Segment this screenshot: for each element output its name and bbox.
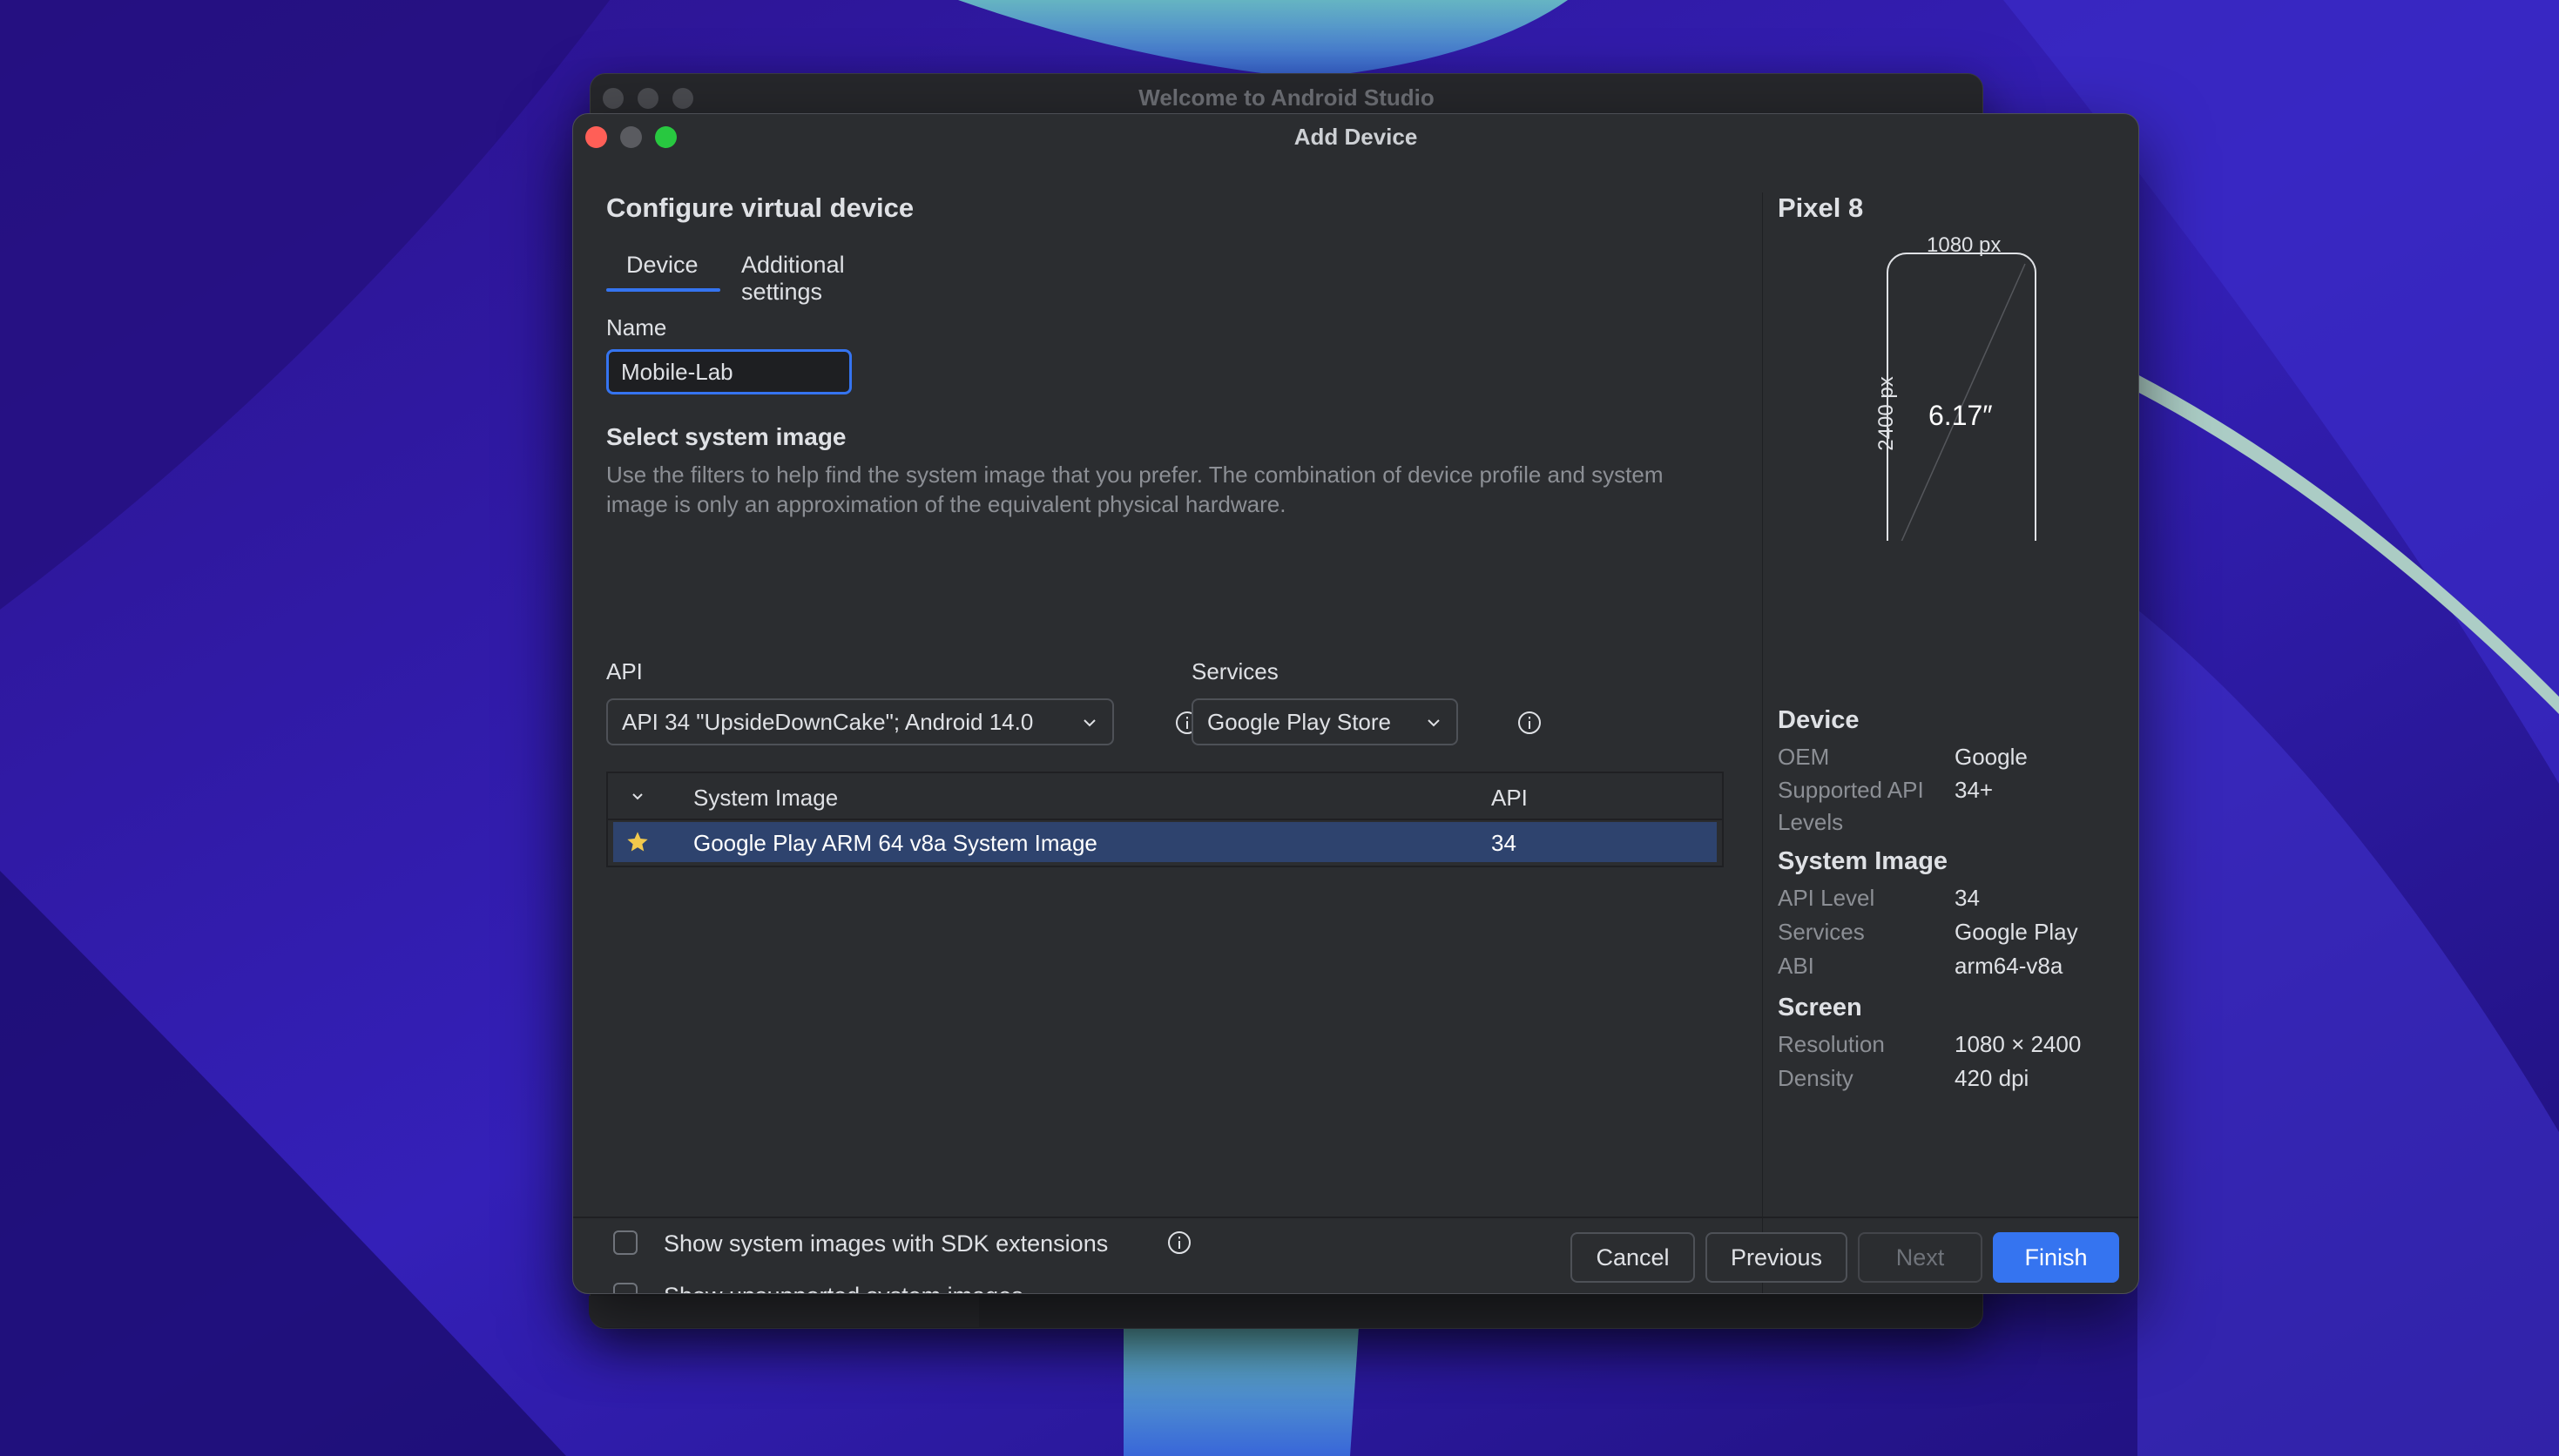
dialog-title: Add Device <box>1293 124 1418 150</box>
services-key: Services <box>1778 919 1865 945</box>
api-level-key: API Level <box>1778 885 1875 911</box>
device-section-title: Device <box>1778 706 1860 734</box>
services-label: Services <box>1192 658 1279 684</box>
api-dropdown-value: API 34 "UpsideDownCake"; Android 14.0 <box>622 709 1034 735</box>
services-dropdown-value: Google Play Store <box>1207 709 1392 735</box>
system-image-api: 34 <box>1491 830 1516 856</box>
api-level-value: 34 <box>1955 885 1980 911</box>
supported-api-key: Supported API Levels <box>1778 777 1924 835</box>
sdk-extensions-label: Show system images with SDK extensions <box>664 1230 1109 1257</box>
column-header-system-image[interactable]: System Image <box>693 785 838 812</box>
next-button[interactable]: Next <box>1858 1232 1982 1283</box>
finish-button[interactable]: Finish <box>1993 1232 2119 1283</box>
cancel-button[interactable]: Cancel <box>1570 1232 1695 1283</box>
density-key: Density <box>1778 1065 1853 1091</box>
dialog-titlebar: Add Device <box>573 114 2138 163</box>
name-label: Name <box>606 314 667 340</box>
supported-api-value: 34+ <box>1955 777 1994 803</box>
select-system-image-heading: Select system image <box>606 423 847 450</box>
unsupported-images-checkbox[interactable] <box>613 1283 638 1293</box>
tab-additional-settings[interactable]: Additional settings <box>741 252 845 306</box>
resolution-value: 1080 × 2400 <box>1955 1031 2082 1057</box>
services-info-icon[interactable] <box>1517 711 1542 735</box>
device-preview-panel: Pixel 8 1080 px 2400 px 6.17″ Device OEM… <box>1762 192 2138 1293</box>
oem-key: OEM <box>1778 744 1830 770</box>
services-value: Google Play <box>1955 919 2078 945</box>
chevron-down-icon <box>1428 719 1440 727</box>
system-image-table: System Image API Google Play ARM 64 v8a … <box>606 772 1724 867</box>
previous-button[interactable]: Previous <box>1705 1232 1847 1283</box>
unsupported-images-label: Show unsupported system images <box>664 1283 1023 1293</box>
phone-outline-icon <box>1887 253 2036 541</box>
add-device-dialog: Add Device Configure virtual device Devi… <box>572 113 2139 1294</box>
system-image-section-title: System Image <box>1778 847 1948 875</box>
footer-divider <box>573 1217 2138 1218</box>
system-image-description: Use the filters to help find the system … <box>606 462 1664 517</box>
phone-diagonal-label: 6.17″ <box>1928 400 1993 431</box>
abi-key: ABI <box>1778 953 1814 979</box>
background-window-footer <box>589 1296 979 1327</box>
sdk-extensions-checkbox[interactable] <box>613 1230 638 1255</box>
column-header-api[interactable]: API <box>1491 785 1528 812</box>
name-input[interactable]: Mobile-Lab <box>606 349 852 394</box>
tab-selected-indicator <box>606 288 720 292</box>
api-dropdown[interactable]: API 34 "UpsideDownCake"; Android 14.0 <box>606 698 1114 745</box>
api-label: API <box>606 658 643 684</box>
chevron-down-icon <box>1084 719 1096 727</box>
resolution-key: Resolution <box>1778 1031 1885 1057</box>
services-dropdown[interactable]: Google Play Store <box>1192 698 1458 745</box>
sdk-extensions-info-icon[interactable] <box>1167 1230 1192 1255</box>
background-window-title: Welcome to Android Studio <box>1138 84 1435 111</box>
phone-height-label: 2400 px <box>1874 376 1898 451</box>
star-icon[interactable] <box>625 830 650 854</box>
collapse-chevron-icon[interactable] <box>627 785 648 806</box>
oem-value: Google <box>1955 744 2028 770</box>
screen-section-title: Screen <box>1778 994 1862 1021</box>
abi-value: arm64-v8a <box>1955 953 2063 979</box>
density-value: 420 dpi <box>1955 1065 2029 1091</box>
table-row[interactable]: Google Play ARM 64 v8a System Image 34 <box>613 822 1717 862</box>
table-header: System Image API <box>608 773 1722 820</box>
tab-device[interactable]: Device <box>626 252 699 279</box>
page-title: Configure virtual device <box>606 192 915 223</box>
system-image-name: Google Play ARM 64 v8a System Image <box>693 830 1097 856</box>
